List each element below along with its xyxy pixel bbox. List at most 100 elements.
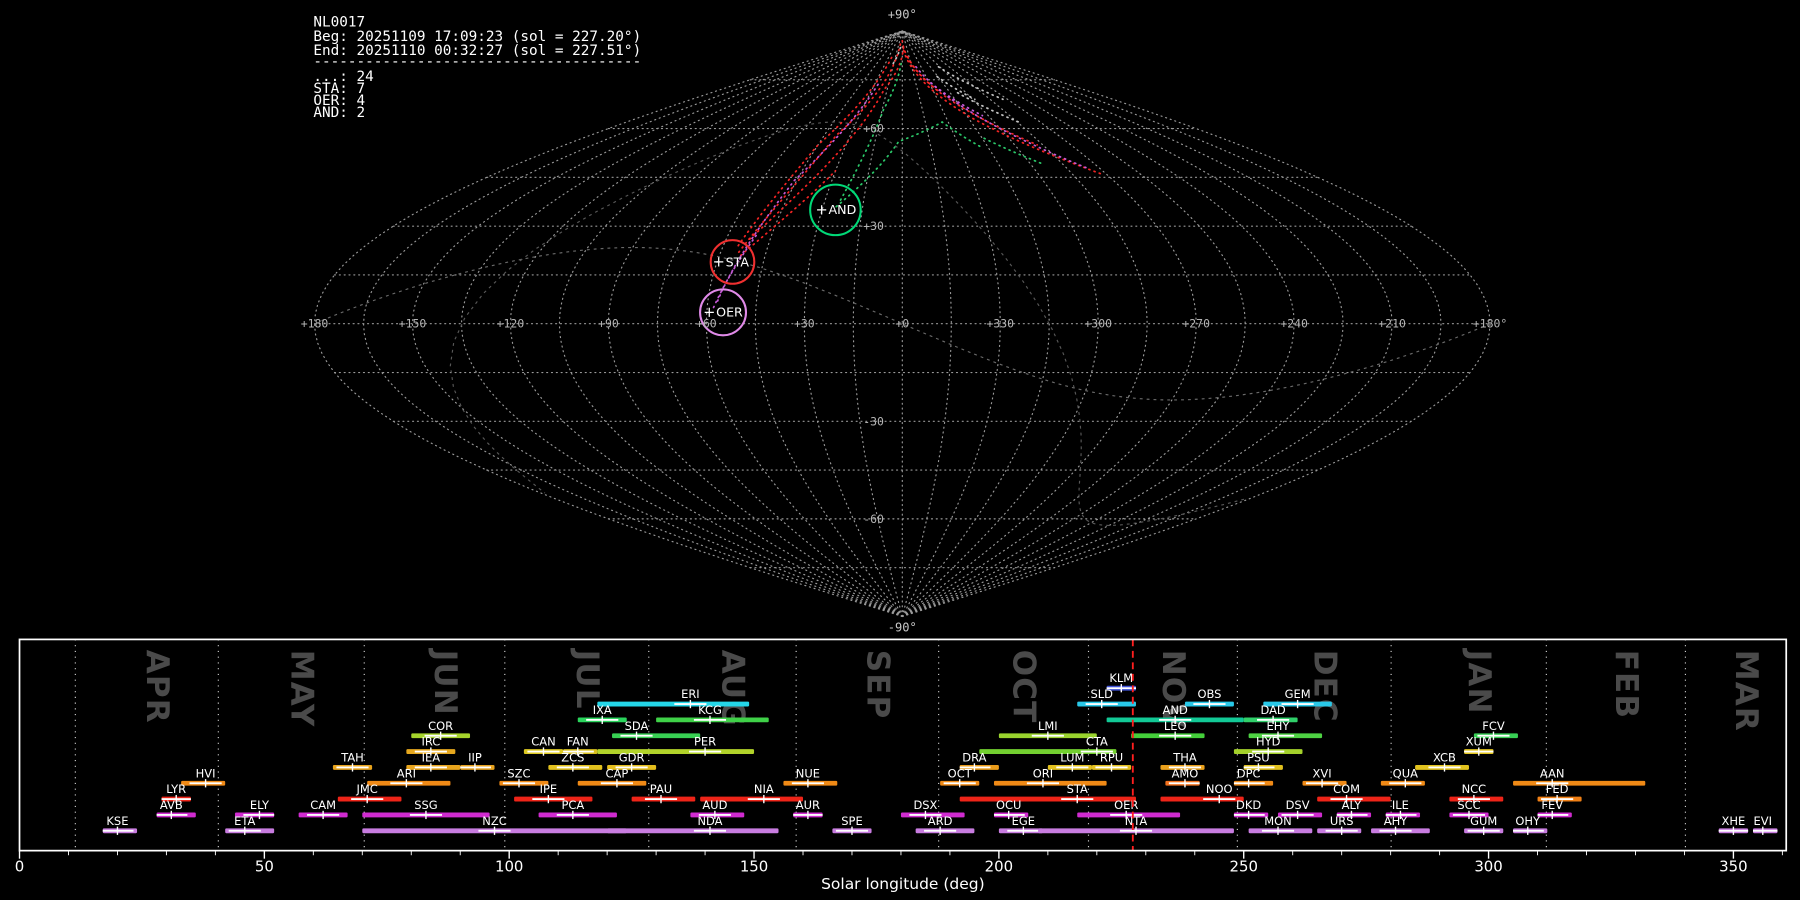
shower-code-label: STA xyxy=(1067,782,1088,796)
lat-label: -60 xyxy=(863,512,884,526)
month-label-jan: JAN xyxy=(1461,648,1497,715)
shower-code-label: EHY xyxy=(1267,719,1291,733)
shower-code-label: CAM xyxy=(310,798,336,812)
meteor-track xyxy=(936,75,976,101)
radiant-label: OER xyxy=(716,305,743,320)
meteor-track xyxy=(983,137,1045,166)
shower-code-label: XVI xyxy=(1313,766,1332,780)
shower-code-label: RPU xyxy=(1100,750,1123,764)
peak-window xyxy=(1233,782,1265,785)
peak-window xyxy=(102,829,134,832)
radiant-sta: STA xyxy=(709,239,756,285)
radiant-label: STA xyxy=(726,254,750,269)
shower-code-label: ARI xyxy=(397,766,416,780)
shower-code-label: THA xyxy=(1172,750,1197,764)
month-label-oct: OCT xyxy=(1006,650,1042,724)
shower-code-label: FCV xyxy=(1482,719,1505,733)
shower-code-label: GUM xyxy=(1470,814,1497,828)
meteor-track xyxy=(835,121,984,208)
lon-label: +240 xyxy=(1280,317,1308,331)
shower-code-label: FAN xyxy=(567,735,589,749)
shower-code-label: DSX xyxy=(913,798,937,812)
shower-activity-chart: APR MAY JUN JUL AUG SEP OCT NOV DEC JAN FEB MARKLME… xyxy=(15,638,1788,875)
shower-code-label: TAH xyxy=(340,750,364,764)
shower-code-label: NOO xyxy=(1206,782,1233,796)
shower-code-label: ZCS xyxy=(561,750,584,764)
shower-xum: XUM xyxy=(1464,735,1494,756)
month-label-jun: JUN xyxy=(427,648,463,716)
lon-label: +120 xyxy=(497,317,525,331)
shower-code-label: XUM xyxy=(1466,735,1492,749)
shower-code-label: NIA xyxy=(754,782,774,796)
shower-code-label: COM xyxy=(1333,782,1360,796)
shower-ahy: AHY xyxy=(1371,814,1430,835)
shower-xhe: XHE xyxy=(1718,814,1749,835)
shower-tah: TAH xyxy=(332,750,373,772)
lon-label: +0 xyxy=(895,317,909,331)
shower-code-label: IIP xyxy=(468,750,482,764)
month-label-sep: SEP xyxy=(860,650,896,720)
separator: -------------------------------------- xyxy=(313,54,641,70)
shower-code-label: EGE xyxy=(1012,814,1035,828)
peak-window xyxy=(1753,829,1778,832)
shower-code-label: LMI xyxy=(1038,719,1058,733)
month-label-may: MAY xyxy=(283,650,319,728)
lat-label: -30 xyxy=(863,414,884,428)
shower-can: CAN xyxy=(523,735,564,756)
shower-bar xyxy=(607,828,779,834)
shower-code-label: ELY xyxy=(250,798,270,812)
peak-window xyxy=(156,814,188,816)
shower-code-label: OHY xyxy=(1515,814,1541,828)
month-label-apr: APR xyxy=(139,650,175,724)
shower-code-label: PER xyxy=(694,735,716,749)
shower-bar xyxy=(597,701,750,707)
shower-code-label: URS xyxy=(1330,814,1354,828)
shower-code-label: XHE xyxy=(1722,814,1746,828)
shower-code-label: DSV xyxy=(1286,798,1310,812)
shower-code-label: ORI xyxy=(1033,766,1053,780)
shower-code-label: HVI xyxy=(196,766,216,780)
shower-code-label: DPC xyxy=(1237,766,1261,780)
shower-code-label: KCG xyxy=(698,703,722,717)
shower-code-label: ETA xyxy=(234,814,255,828)
shower-code-label: DKD xyxy=(1236,798,1261,812)
shower-aan: AAN xyxy=(1513,766,1646,788)
shower-evi: EVI xyxy=(1753,814,1778,835)
radiant-cross-icon xyxy=(714,257,724,267)
month-label-jul: JUL xyxy=(569,648,605,710)
peak-window xyxy=(1513,829,1544,832)
shower-iip: IIP xyxy=(460,750,495,772)
shower-code-label: LUM xyxy=(1060,750,1084,764)
grid-meridian xyxy=(901,30,1344,618)
shower-code-label: ALY xyxy=(1342,798,1363,812)
shower-code-label: LYR xyxy=(166,782,186,796)
shower-code-label: JMC xyxy=(356,782,378,796)
shower-code-label: OBS xyxy=(1197,687,1221,701)
shower-code-label: SCC xyxy=(1457,798,1480,812)
shower-code-label: GEM xyxy=(1285,687,1311,701)
lon-label: +150 xyxy=(399,317,427,331)
session-info-block: NL0017 Beg: 20251109 17:09:23 (sol = 227… xyxy=(313,14,641,121)
shower-code-label: PAU xyxy=(650,782,672,796)
shower-code-label: NUE xyxy=(796,766,820,780)
shower-cor: COR xyxy=(411,719,471,740)
shower-code-label: NZC xyxy=(482,814,506,828)
shower-xcb: XCB xyxy=(1415,750,1469,772)
shower-code-label: OCT xyxy=(948,766,973,780)
shower-code-label: IEA xyxy=(422,750,441,764)
shower-code-label: AVB xyxy=(160,798,183,812)
shower-code-label: AUR xyxy=(796,798,820,812)
shower-bar xyxy=(1513,780,1646,786)
radiant-cross-icon xyxy=(704,307,714,317)
peak-window xyxy=(1537,814,1569,816)
shower-code-label: GDR xyxy=(619,750,645,764)
lon-label: +60 xyxy=(696,317,717,331)
lat-label: +30 xyxy=(863,219,884,233)
shower-hvi: HVI xyxy=(181,766,226,788)
shower-nue: NUE xyxy=(783,766,838,788)
radiant-activity-plot: AND STA OER +90° -90° +180 +150 +120 +90 +60 +30 +0… xyxy=(0,0,1800,900)
shower-code-label: SLD xyxy=(1090,687,1113,701)
x-tick-label: 300 xyxy=(1474,857,1502,875)
shower-code-label: AMO xyxy=(1172,766,1199,780)
shower-dkd: DKD xyxy=(1233,798,1269,820)
